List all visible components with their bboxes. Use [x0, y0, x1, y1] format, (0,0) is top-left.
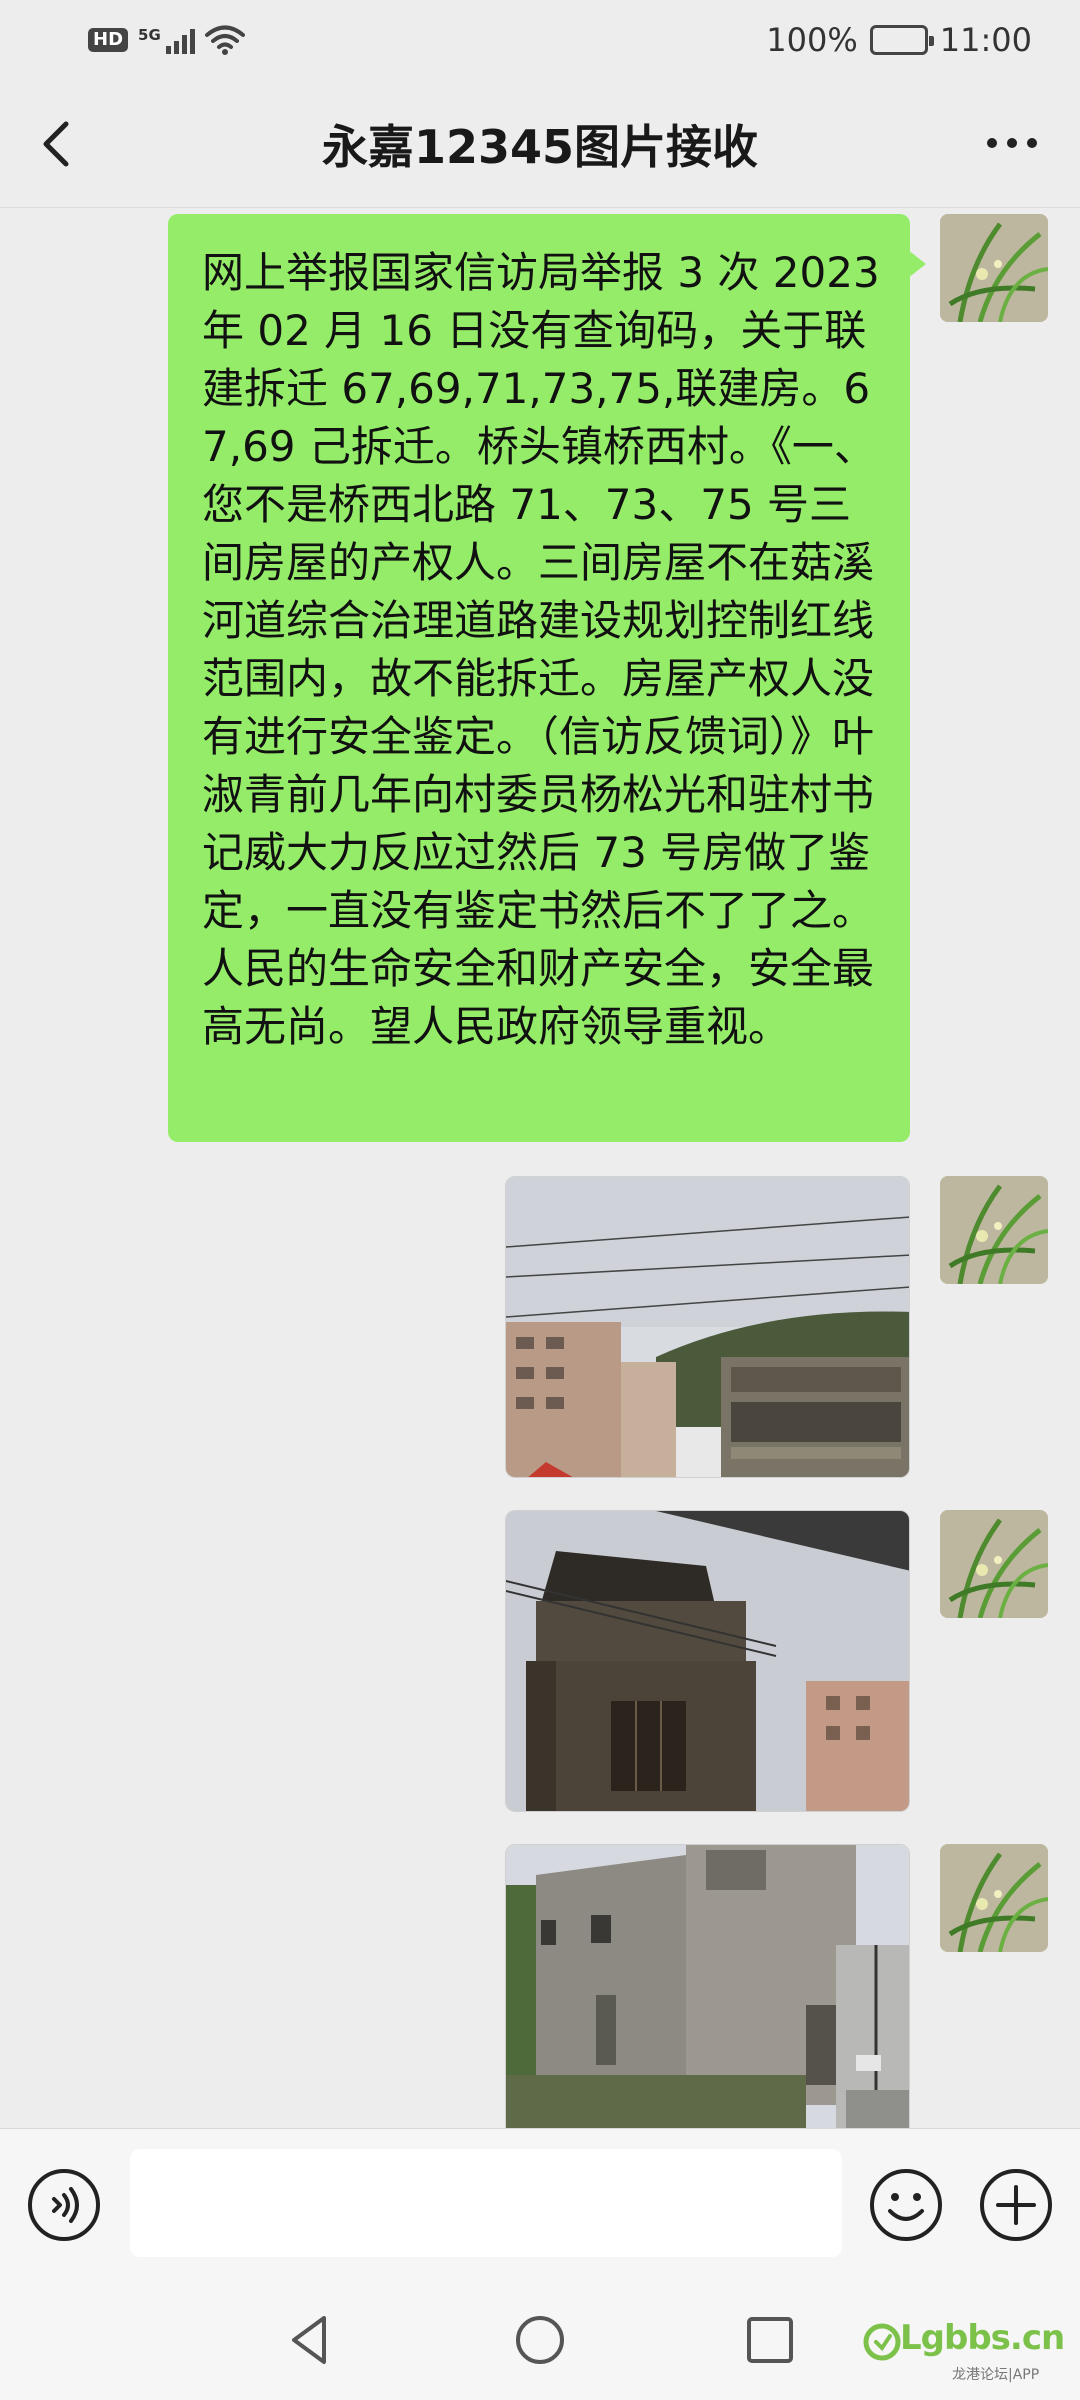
watermark-main: Lgbbs.cn: [900, 2318, 1065, 2358]
chat-header: 永嘉12345图片接收: [0, 80, 1080, 208]
photo-old-house[interactable]: [505, 1510, 910, 1812]
message-list[interactable]: 网上举报国家信访局举报 3 次 2023 年 02 月 16 日没有查询码，关于…: [0, 208, 1080, 2128]
system-nav-bar: Lgbbs.cn 龙港论坛|APP: [0, 2280, 1080, 2400]
clock: 11:00: [939, 21, 1032, 59]
battery-icon: [869, 25, 934, 55]
more-horizontal-icon[interactable]: [982, 118, 1042, 168]
photo-gray-wall[interactable]: [505, 1844, 910, 2128]
chevron-left-icon[interactable]: [28, 114, 88, 174]
nav-recent-icon[interactable]: [740, 2310, 800, 2370]
avatar[interactable]: [940, 214, 1048, 322]
status-left: HD 5G: [88, 24, 245, 56]
input-bar: [0, 2128, 1080, 2280]
avatar[interactable]: [940, 1844, 1048, 1952]
message-input[interactable]: [130, 2149, 842, 2257]
watermark: Lgbbs.cn 龙港论坛|APP: [860, 2318, 1065, 2398]
message-bubble[interactable]: 网上举报国家信访局举报 3 次 2023 年 02 月 16 日没有查询码，关于…: [168, 214, 926, 1142]
photo-buildings-street[interactable]: [505, 1176, 910, 1478]
lgbbs-logo-icon: [863, 2323, 901, 2361]
hd-badge: HD: [88, 28, 129, 52]
nav-back-icon[interactable]: [280, 2310, 340, 2370]
status-bar: HD 5G 100% 11:00: [0, 0, 1080, 80]
watermark-sub: 龙港论坛|APP: [952, 2367, 1040, 2383]
network-type: 5G: [138, 26, 161, 44]
emoji-icon[interactable]: [868, 2167, 944, 2243]
status-right: 100% 11:00: [766, 21, 1032, 59]
battery-percent: 100%: [766, 21, 858, 59]
chat-title: 永嘉12345图片接收: [321, 119, 759, 174]
avatar[interactable]: [940, 1176, 1048, 1284]
signal-icon: 5G: [138, 26, 195, 54]
voice-icon[interactable]: [26, 2167, 102, 2243]
avatar[interactable]: [940, 1510, 1048, 1618]
plus-icon[interactable]: [978, 2167, 1054, 2243]
nav-home-icon[interactable]: [510, 2310, 570, 2370]
wifi-icon: [204, 25, 245, 55]
